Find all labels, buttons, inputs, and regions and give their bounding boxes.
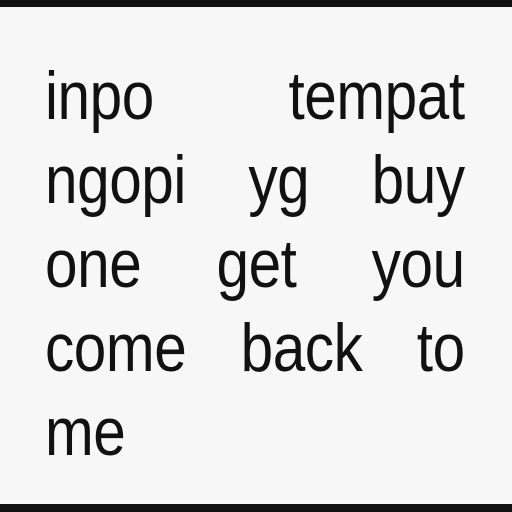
- text-line-1: inpo tempat: [45, 58, 465, 134]
- text-line-3: one get you: [45, 226, 465, 302]
- text-line-5: me: [45, 394, 126, 470]
- meme-text-block: inpo tempat ngopi yg buy one get you com…: [45, 54, 465, 474]
- text-line-2: ngopi yg buy: [45, 142, 465, 218]
- meme-text-canvas: inpo tempat ngopi yg buy one get you com…: [0, 7, 512, 504]
- text-line-4: come back to: [45, 310, 465, 386]
